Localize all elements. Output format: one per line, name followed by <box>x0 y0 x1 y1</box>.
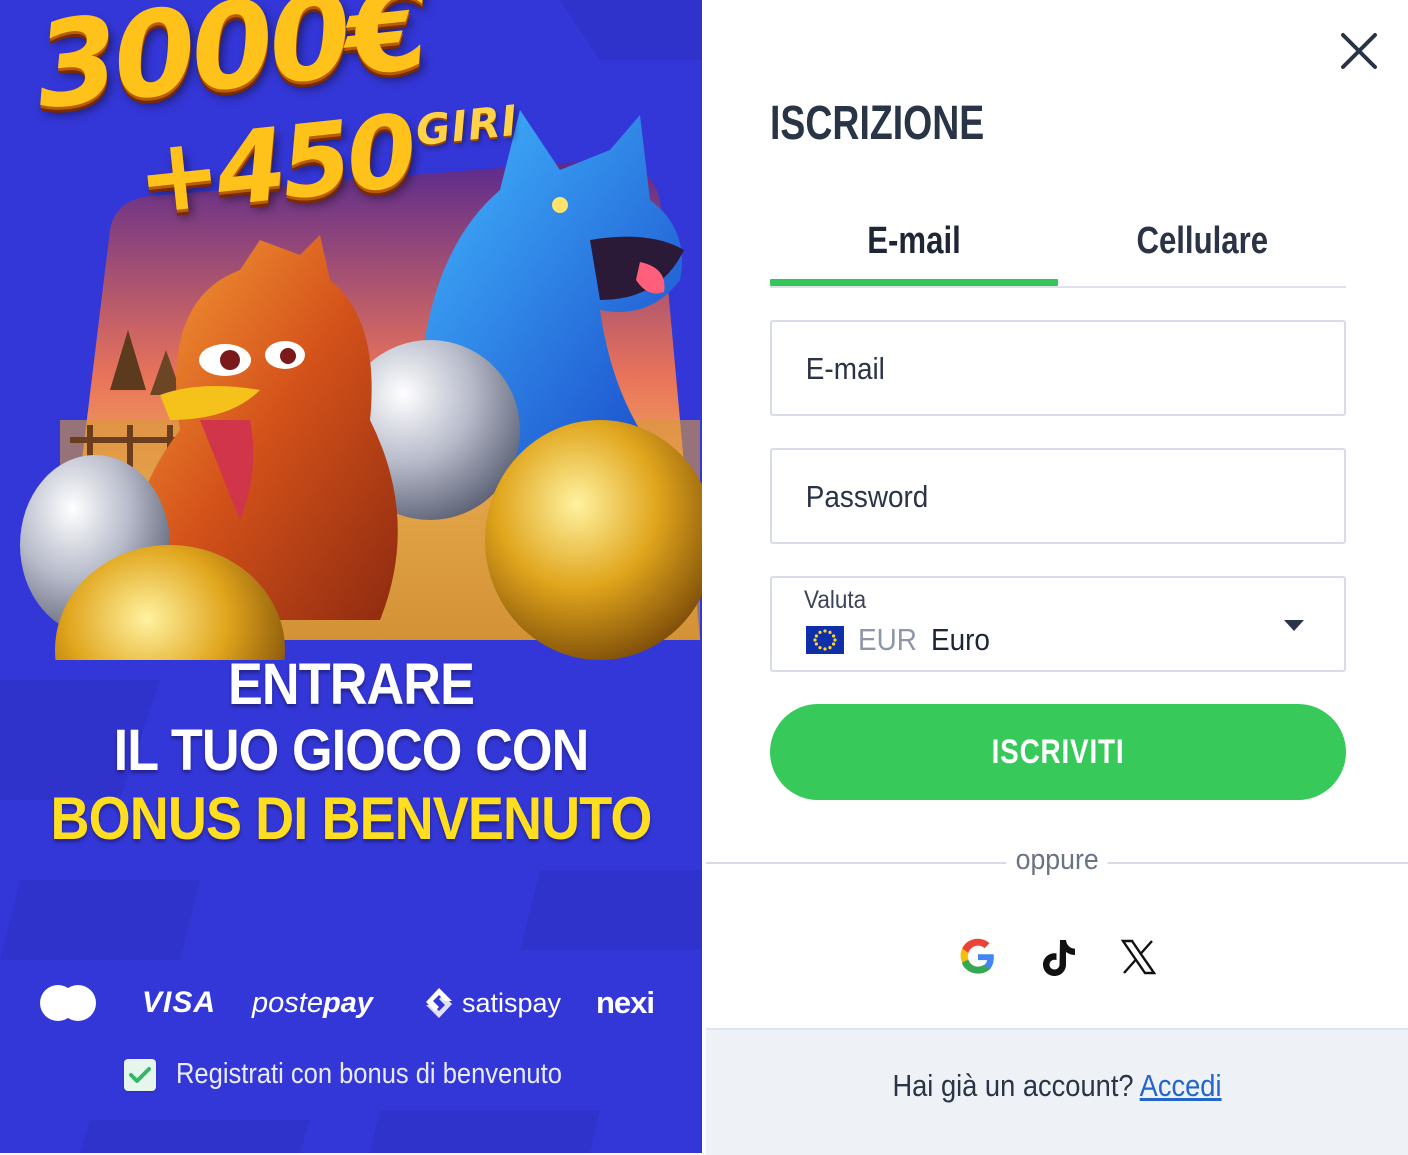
chevron-down-icon <box>1284 620 1304 631</box>
divider: oppure <box>702 844 1408 877</box>
google-icon <box>960 938 994 974</box>
headline-line-2: IL TUO GIOCO CON <box>113 718 590 783</box>
bonus-opt-in[interactable]: Registrati con bonus di benvenuto <box>124 1058 615 1091</box>
bonus-checkbox-label: Registrati con bonus di benvenuto <box>176 1058 562 1090</box>
promo-headline: ENTRARE IL TUO GIOCO CON BONUS DI BENVEN… <box>0 652 702 854</box>
satispay-label: satispay <box>462 987 562 1018</box>
eu-flag-icon <box>806 626 844 654</box>
headline-line-1: ENTRARE <box>227 652 475 717</box>
close-icon <box>1341 33 1377 69</box>
tab-email-label: E-mail <box>867 220 961 262</box>
x-icon <box>1120 939 1156 975</box>
bonus-checkbox[interactable] <box>124 1058 156 1091</box>
google-login-button[interactable] <box>956 935 1000 979</box>
postepay-logo: poste pay <box>252 978 373 1028</box>
signup-form-panel: ISCRIZIONE E-mail Cellulare Valuta <box>702 0 1408 1155</box>
tab-email[interactable]: E-mail <box>770 210 1058 286</box>
currency-code: EUR <box>858 622 917 657</box>
signup-button[interactable]: ISCRIVITI <box>770 704 1346 800</box>
tab-mobile[interactable]: Cellulare <box>1058 210 1346 284</box>
login-prompt: Hai già un account? Accedi <box>706 1068 1408 1104</box>
password-field <box>770 448 1346 544</box>
satispay-logo: satispay <box>424 978 561 1028</box>
check-icon <box>129 1066 151 1083</box>
email-field <box>770 320 1346 416</box>
currency-name: Euro <box>931 622 991 657</box>
x-login-button[interactable] <box>1116 935 1160 979</box>
email-input[interactable] <box>804 322 1276 416</box>
tab-mobile-label: Cellulare <box>1136 220 1268 262</box>
postepay-part-2: pay <box>322 986 373 1019</box>
signup-method-tabs: E-mail Cellulare <box>770 210 1346 288</box>
close-button[interactable] <box>1338 30 1380 72</box>
mastercard-icon <box>38 978 98 1028</box>
tiktok-icon <box>1043 940 1075 976</box>
login-footer: Hai già un account? Accedi <box>706 1028 1408 1155</box>
payment-methods: VISA poste pay satispay nexi <box>30 978 680 1028</box>
postepay-part-1: poste <box>252 986 323 1019</box>
tiktok-login-button[interactable] <box>1036 935 1080 979</box>
promo-panel: 3000€ +450GIRI ENTRARE IL TUO GIOCO CON … <box>0 0 702 1153</box>
headline-line-3: BONUS DI BENVENUTO <box>50 785 653 852</box>
login-link[interactable]: Accedi <box>1140 1068 1222 1103</box>
nexi-logo: nexi <box>596 985 655 1020</box>
currency-label: Valuta <box>804 586 867 614</box>
signup-button-label: ISCRIVITI <box>991 732 1125 771</box>
divider-text: oppure <box>1006 844 1108 877</box>
spins-word: GIRI <box>413 95 521 156</box>
page-title: ISCRIZIONE <box>770 97 985 150</box>
visa-logo: VISA <box>142 986 217 1019</box>
satispay-icon <box>426 988 452 1018</box>
password-input[interactable] <box>804 450 1276 544</box>
currency-value: EUR Euro <box>806 622 997 658</box>
login-question: Hai già un account? <box>892 1068 1134 1103</box>
currency-select[interactable]: Valuta EUR Euro <box>770 576 1346 672</box>
